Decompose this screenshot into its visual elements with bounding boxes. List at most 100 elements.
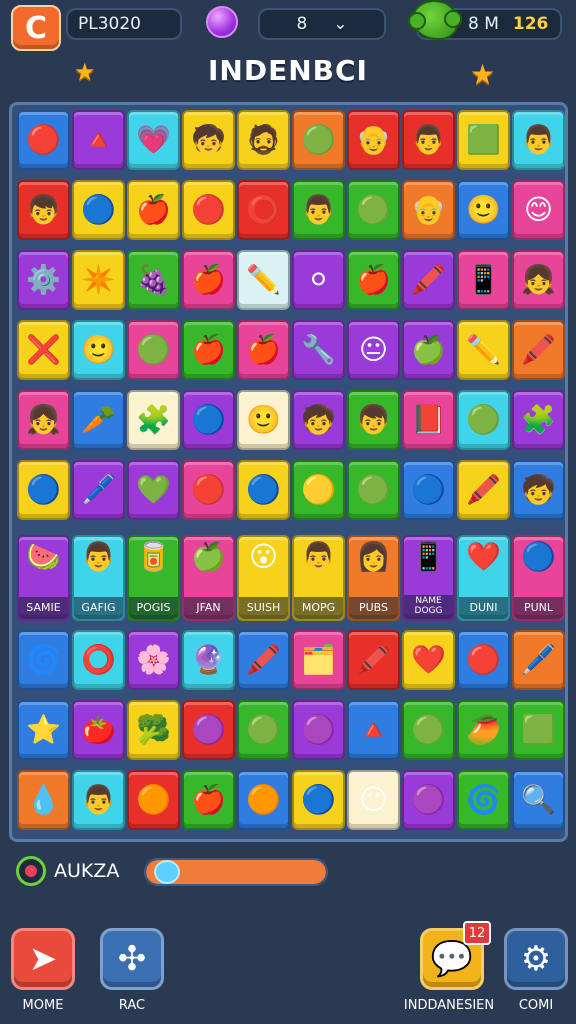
tile-8-1[interactable]: 🍅 [72, 700, 125, 760]
tile-4-1[interactable]: 🥕 [72, 390, 125, 450]
tile-1-1[interactable]: 🔵 [72, 180, 125, 240]
tile-9-8[interactable]: 🌀 [457, 770, 510, 830]
tile-8-4[interactable]: 🟢 [237, 700, 290, 760]
tile-4-9[interactable]: 🧩 [512, 390, 565, 450]
tile-7-5[interactable]: 🗂️ [292, 630, 345, 690]
tile-7-9[interactable]: 🖊️ [512, 630, 565, 690]
tile-5-2[interactable]: 💚 [127, 460, 180, 520]
tile-9-3[interactable]: 🍎 [182, 770, 235, 830]
tile-7-4[interactable]: 🖍️ [237, 630, 290, 690]
tile-1-5[interactable]: 👨 [292, 180, 345, 240]
progress-knob[interactable] [154, 860, 180, 884]
tile-9-5[interactable]: 🔵 [292, 770, 345, 830]
tile-4-6[interactable]: 👦 [347, 390, 400, 450]
tile-1-3[interactable]: 🔴 [182, 180, 235, 240]
tile-2-4[interactable]: ✏️ [237, 250, 290, 310]
tile-3-5[interactable]: 🔧 [292, 320, 345, 380]
tile-9-6[interactable]: 😶 [347, 770, 400, 830]
tile-0-4[interactable]: 🧔 [237, 110, 290, 170]
tile-5-9[interactable]: 🧒 [512, 460, 565, 520]
tile-0-7[interactable]: 👨 [402, 110, 455, 170]
tile-7-7[interactable]: ❤️ [402, 630, 455, 690]
tile-5-6[interactable]: 🟢 [347, 460, 400, 520]
tile-2-3[interactable]: 🍎 [182, 250, 235, 310]
tile-4-7[interactable]: 📕 [402, 390, 455, 450]
tile-4-0[interactable]: 👧 [17, 390, 70, 450]
tile-0-3[interactable]: 🧒 [182, 110, 235, 170]
tile-7-1[interactable]: ⭕ [72, 630, 125, 690]
tile-2-5[interactable]: ⚪ [292, 250, 345, 310]
tile-3-8[interactable]: ✏️ [457, 320, 510, 380]
app-logo-button[interactable]: C [11, 5, 61, 51]
tile-3-2[interactable]: 🟢 [127, 320, 180, 380]
level-selector[interactable]: 8 ⌄ [258, 8, 386, 40]
tile-5-8[interactable]: 🖍️ [457, 460, 510, 520]
chat-button[interactable]: 💬 12 [420, 921, 491, 990]
more-button[interactable]: ➤ [11, 928, 75, 990]
tile-9-9[interactable]: 🔍 [512, 770, 565, 830]
tile-3-6[interactable]: 😐 [347, 320, 400, 380]
tile-6-9[interactable]: 🔵 PUNL [512, 535, 565, 621]
tile-3-1[interactable]: 🙂 [72, 320, 125, 380]
tile-6-6[interactable]: 👩 PUBS [347, 535, 400, 621]
tile-8-2[interactable]: 🥦 [127, 700, 180, 760]
tile-7-2[interactable]: 🌸 [127, 630, 180, 690]
tile-1-6[interactable]: 🟢 [347, 180, 400, 240]
tile-1-2[interactable]: 🍎 [127, 180, 180, 240]
tile-8-0[interactable]: ⭐ [17, 700, 70, 760]
tile-7-6[interactable]: 🖍️ [347, 630, 400, 690]
rac-button[interactable]: ✣ [100, 928, 164, 990]
tile-1-9[interactable]: 😊 [512, 180, 565, 240]
tile-4-5[interactable]: 🧒 [292, 390, 345, 450]
tile-0-5[interactable]: 🟢 [292, 110, 345, 170]
tile-0-0[interactable]: 🔴 [17, 110, 70, 170]
settings-button[interactable]: ⚙ [504, 928, 568, 990]
tile-9-0[interactable]: 💧 [17, 770, 70, 830]
tile-2-7[interactable]: 🖍️ [402, 250, 455, 310]
tile-2-9[interactable]: 👧 [512, 250, 565, 310]
tile-6-0[interactable]: 🍉 SAMIE [17, 535, 70, 621]
tile-9-4[interactable]: 🟠 [237, 770, 290, 830]
tile-5-3[interactable]: 🔴 [182, 460, 235, 520]
tile-1-4[interactable]: ⭕ [237, 180, 290, 240]
tile-4-4[interactable]: 🙂 [237, 390, 290, 450]
tile-7-8[interactable]: 🔴 [457, 630, 510, 690]
tile-6-3[interactable]: 🍏 JFAN [182, 535, 235, 621]
tile-6-5[interactable]: 👨 MOPG [292, 535, 345, 621]
purple-gem-icon[interactable] [206, 6, 238, 38]
tile-0-1[interactable]: 🔺 [72, 110, 125, 170]
tile-3-0[interactable]: ❌ [17, 320, 70, 380]
tile-8-3[interactable]: 🟣 [182, 700, 235, 760]
tile-6-7[interactable]: 📱 NAME DOGG [402, 535, 455, 621]
tile-0-2[interactable]: 💗 [127, 110, 180, 170]
player-name-field[interactable]: PL3020 [66, 8, 182, 40]
tile-0-9[interactable]: 👨 [512, 110, 565, 170]
tile-4-3[interactable]: 🔵 [182, 390, 235, 450]
tile-2-1[interactable]: ✴️ [72, 250, 125, 310]
tile-9-2[interactable]: 🟠 [127, 770, 180, 830]
tile-8-5[interactable]: 🟣 [292, 700, 345, 760]
tile-8-8[interactable]: 🥭 [457, 700, 510, 760]
tile-1-8[interactable]: 🙂 [457, 180, 510, 240]
tile-5-0[interactable]: 🔵 [17, 460, 70, 520]
tile-6-8[interactable]: ❤️ DUNI [457, 535, 510, 621]
tile-6-1[interactable]: 👨 GAFIG [72, 535, 125, 621]
tile-2-6[interactable]: 🍎 [347, 250, 400, 310]
tile-9-7[interactable]: 🟣 [402, 770, 455, 830]
tile-3-9[interactable]: 🖍️ [512, 320, 565, 380]
tile-6-2[interactable]: 🥫 POGIS [127, 535, 180, 621]
tile-1-0[interactable]: 👦 [17, 180, 70, 240]
tile-5-1[interactable]: 🖊️ [72, 460, 125, 520]
green-monster-icon[interactable] [408, 0, 462, 40]
tile-0-8[interactable]: 🟩 [457, 110, 510, 170]
tile-5-5[interactable]: 🟡 [292, 460, 345, 520]
tile-4-2[interactable]: 🧩 [127, 390, 180, 450]
tile-6-4[interactable]: 😮 SUISH [237, 535, 290, 621]
tile-4-8[interactable]: 🟢 [457, 390, 510, 450]
tile-8-7[interactable]: 🟢 [402, 700, 455, 760]
tile-8-9[interactable]: 🟩 [512, 700, 565, 760]
tile-2-2[interactable]: 🍇 [127, 250, 180, 310]
tile-3-7[interactable]: 🍏 [402, 320, 455, 380]
tile-7-3[interactable]: 🔮 [182, 630, 235, 690]
tile-2-8[interactable]: 📱 [457, 250, 510, 310]
